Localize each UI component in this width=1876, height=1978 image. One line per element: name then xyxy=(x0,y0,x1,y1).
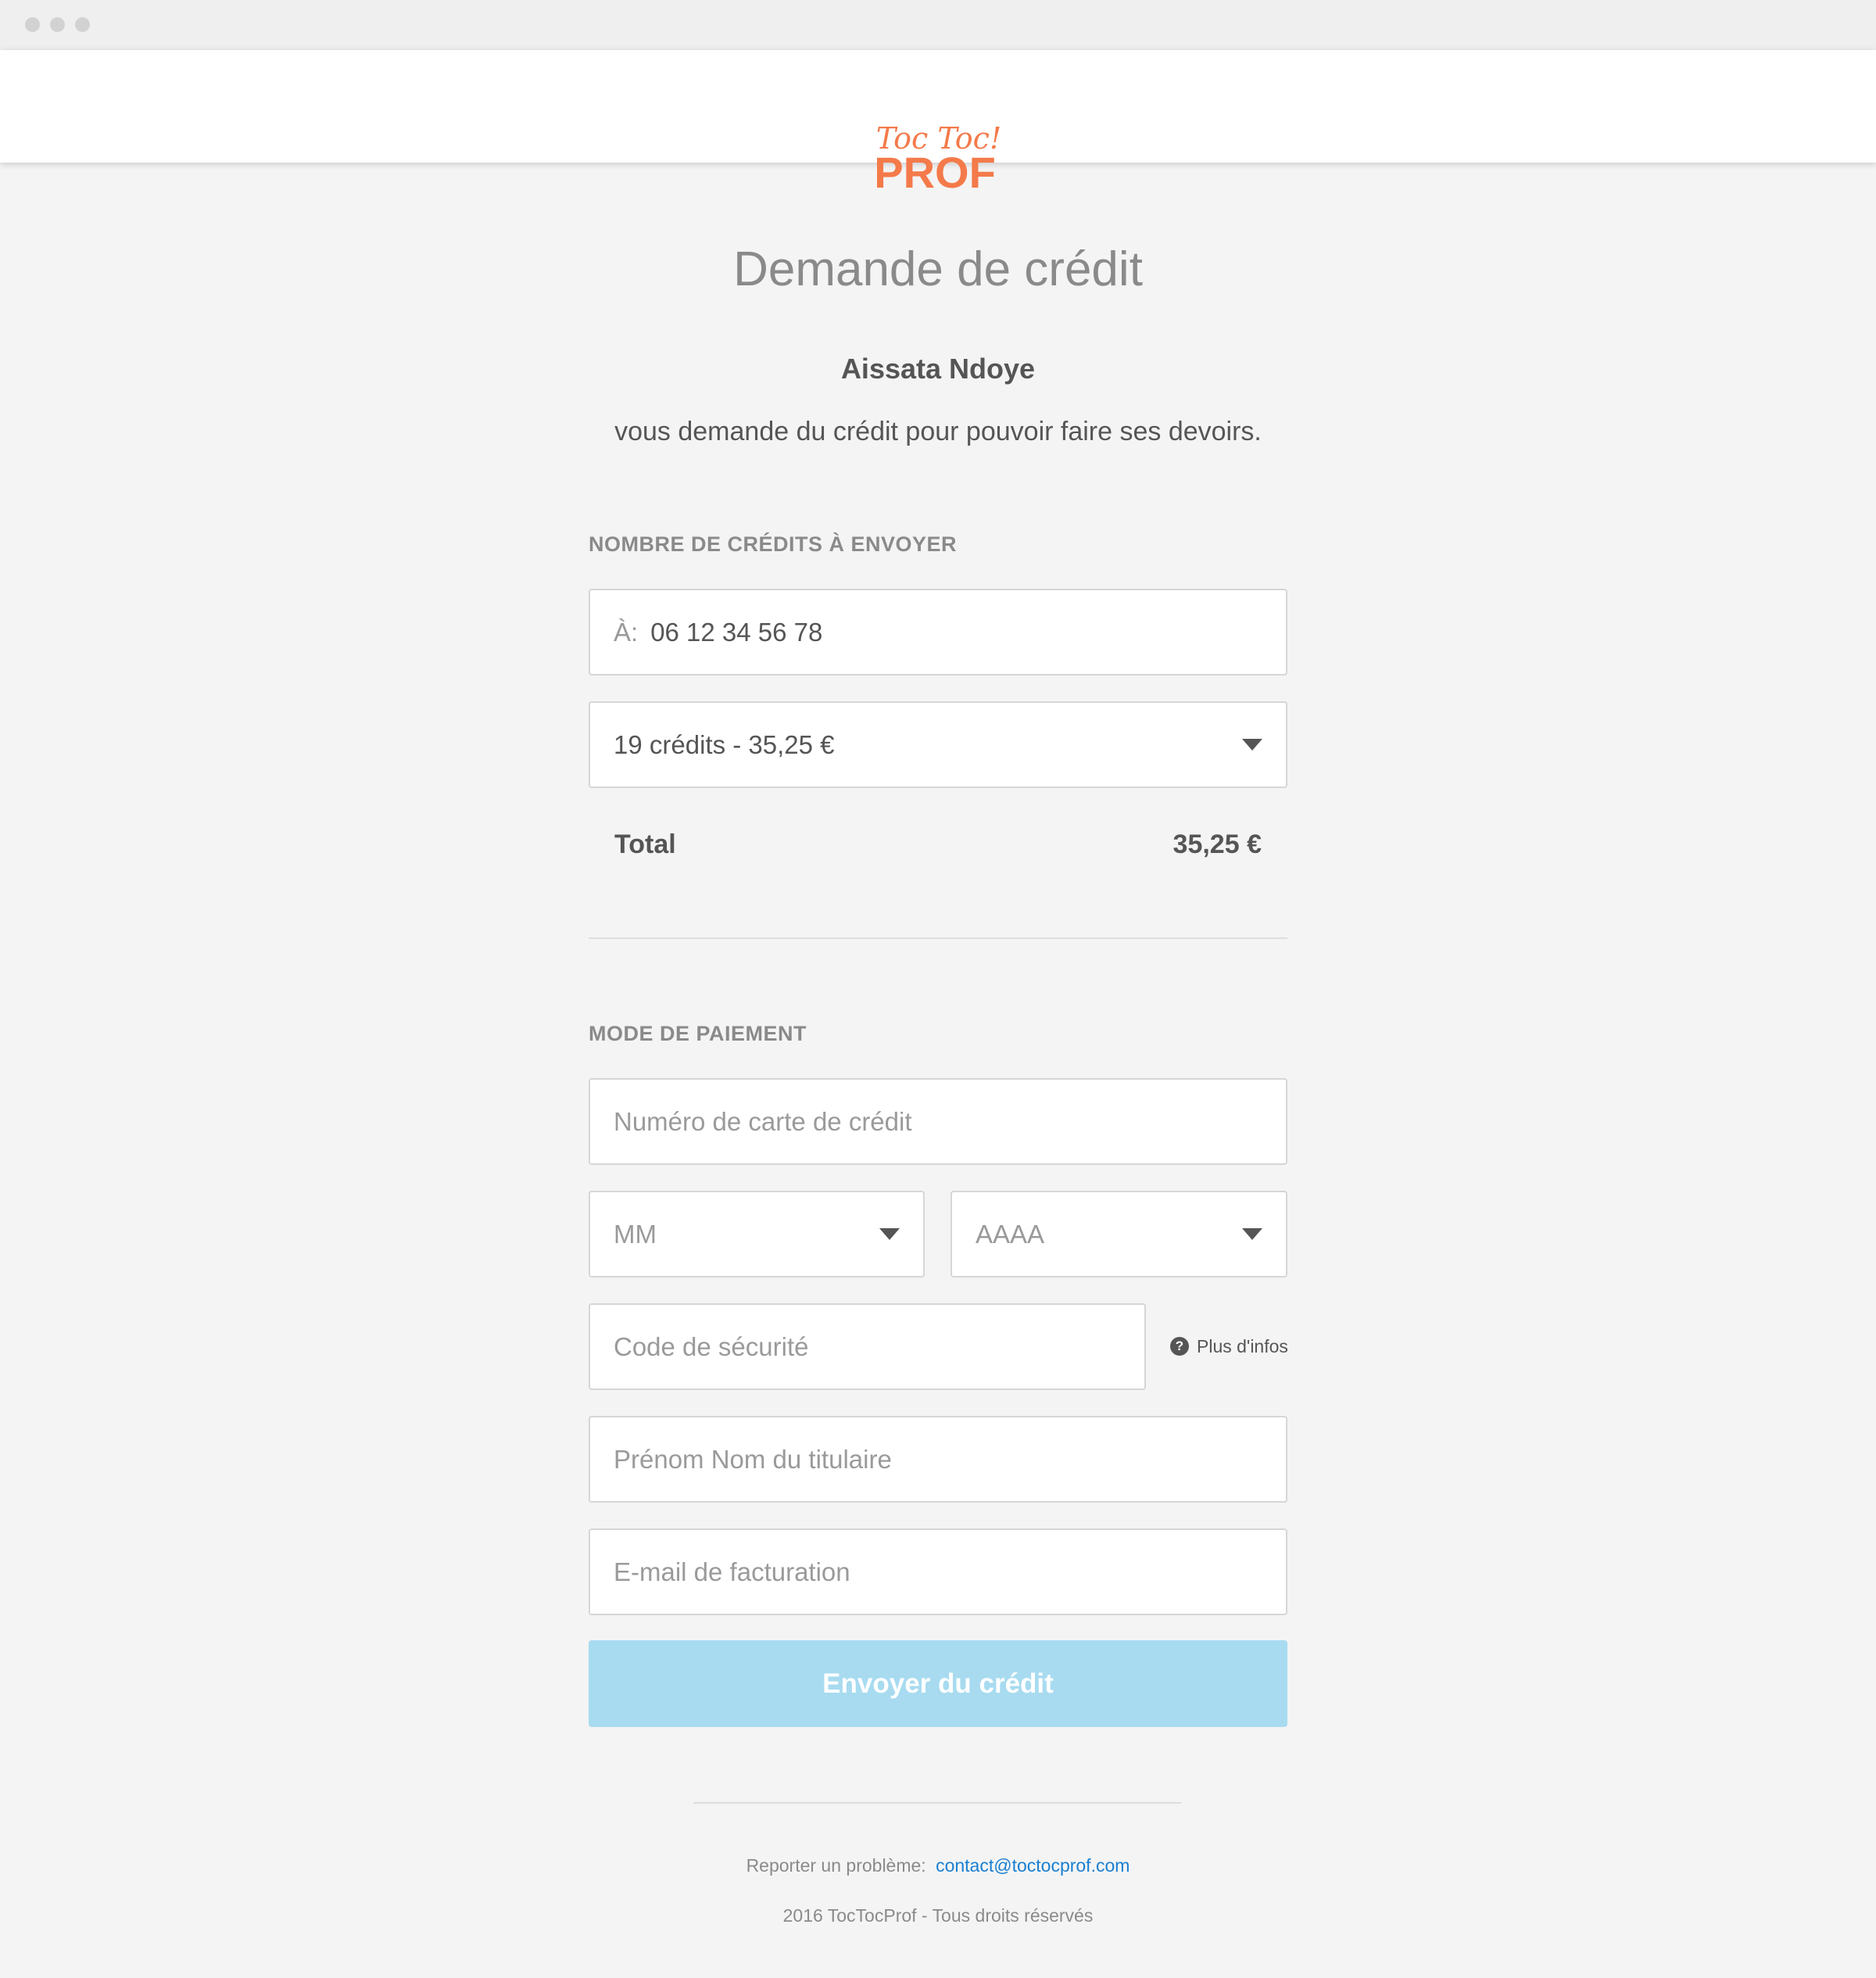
window-close-dot[interactable] xyxy=(25,17,40,32)
cardholder-name-input[interactable]: Prénom Nom du titulaire xyxy=(589,1416,1287,1503)
billing-email-input[interactable]: E-mail de facturation xyxy=(589,1528,1287,1615)
browser-chrome-bar xyxy=(0,0,1876,50)
security-code-help-link[interactable]: ? Plus d'infos xyxy=(1170,1334,1288,1359)
security-code-placeholder: Code de sécurité xyxy=(614,1332,809,1361)
recipient-field[interactable]: À: 06 12 34 56 78 xyxy=(589,589,1287,675)
chevron-down-icon xyxy=(1242,1228,1262,1240)
credits-amount-selected: 19 crédits - 35,25 € xyxy=(614,730,835,759)
recipient-prefix: À: xyxy=(614,618,639,647)
expiry-month-placeholder: MM xyxy=(614,1220,657,1249)
payment-section-label: MODE DE PAIEMENT xyxy=(589,1022,807,1045)
site-header: Toc Toc! PROF xyxy=(0,50,1876,192)
report-problem-label: Reporter un problème: xyxy=(746,1855,926,1876)
page-title: Demande de crédit xyxy=(733,242,1143,296)
security-code-input[interactable]: Code de sécurité xyxy=(589,1303,1146,1390)
expiry-year-placeholder: AAAA xyxy=(976,1220,1045,1249)
chevron-down-icon xyxy=(1242,739,1262,751)
chevron-down-icon xyxy=(879,1228,900,1240)
section-divider xyxy=(589,937,1287,939)
requester-name: Aissata Ndoye xyxy=(840,353,1036,385)
credits-section-label: NOMBRE DE CRÉDITS À ENVOYER xyxy=(589,532,958,556)
footer-report: Reporter un problème: contact@toctocprof… xyxy=(0,1853,1876,1878)
window-maximize-dot[interactable] xyxy=(75,17,90,32)
billing-email-placeholder: E-mail de facturation xyxy=(614,1557,850,1586)
expiry-month-select[interactable]: MM xyxy=(589,1191,925,1277)
total-label: Total xyxy=(614,830,676,859)
help-link-label: Plus d'infos xyxy=(1197,1335,1288,1356)
question-circle-icon: ? xyxy=(1170,1337,1189,1356)
request-message: vous demande du crédit pour pouvoir fair… xyxy=(614,417,1262,446)
window-minimize-dot[interactable] xyxy=(50,17,65,32)
card-number-input[interactable]: Numéro de carte de crédit xyxy=(589,1078,1287,1165)
logo-bold-text: PROF xyxy=(874,148,996,192)
recipient-value: 06 12 34 56 78 xyxy=(650,618,823,647)
cardholder-name-placeholder: Prénom Nom du titulaire xyxy=(614,1445,892,1474)
footer-copyright: 2016 TocTocProf - Tous droits réservés xyxy=(782,1905,1094,1926)
card-number-placeholder: Numéro de carte de crédit xyxy=(614,1107,912,1136)
credits-amount-select[interactable]: 19 crédits - 35,25 € xyxy=(589,701,1287,788)
expiry-year-select[interactable]: AAAA xyxy=(951,1191,1287,1277)
send-credit-button[interactable]: Envoyer du crédit xyxy=(589,1640,1287,1727)
total-value: 35,25 € xyxy=(1172,830,1262,859)
footer-divider xyxy=(693,1802,1181,1804)
toctocprof-logo[interactable]: Toc Toc! PROF xyxy=(869,120,1008,192)
contact-email-link[interactable]: contact@toctocprof.com xyxy=(936,1855,1130,1876)
